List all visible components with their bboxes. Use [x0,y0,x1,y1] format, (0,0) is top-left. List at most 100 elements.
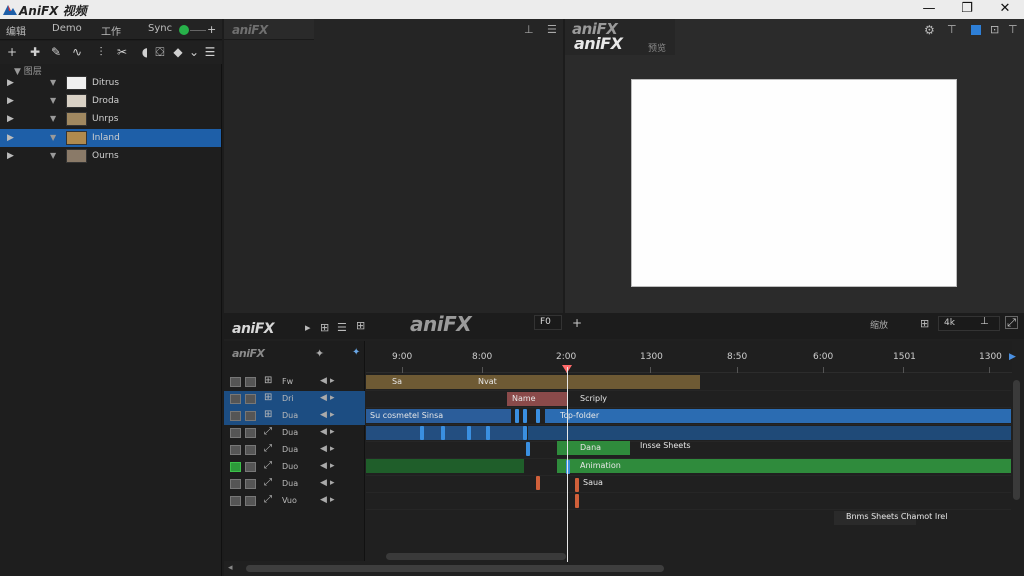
blue-clip-long[interactable] [545,409,1011,423]
curve-icon[interactable]: ∿ [69,44,85,60]
track-enable-checkbox[interactable] [230,428,241,438]
track-solo-icon[interactable]: ▸ [330,461,335,471]
track-enable-checkbox[interactable] [230,445,241,455]
keyframe-marker[interactable] [523,426,527,440]
sync-toggle[interactable] [179,25,189,35]
track-audio-icon[interactable]: ◀ [320,461,327,471]
keyframe-marker[interactable] [575,494,579,508]
layout-icon[interactable]: ⊡ [990,23,999,36]
track-enable-checkbox[interactable] [230,394,241,404]
horizontal-scrollbar[interactable] [246,565,664,572]
blue-clip-2[interactable] [366,426,524,440]
track-lock-checkbox[interactable] [245,377,256,387]
expand-arrow-icon[interactable]: ▶ [7,110,15,128]
track-enable-checkbox[interactable] [230,411,241,421]
more-icon[interactable]: ⊤ [1008,23,1018,36]
color-swatch-icon[interactable] [971,25,981,35]
snap-icon[interactable]: ⊞ [920,317,929,330]
pin-icon[interactable]: ⊥ [524,23,534,36]
track-audio-icon[interactable]: ◀ [320,495,327,505]
expand-arrow-icon[interactable]: ▶ [7,74,15,92]
menu-item-work[interactable]: 工作 [101,23,121,38]
settings-icon[interactable]: ⚙ [924,23,935,37]
keyframe-marker[interactable] [526,442,530,456]
menu-item-edit[interactable]: 编辑 [6,23,26,38]
track-audio-icon[interactable]: ◀ [320,393,327,403]
track-lock-checkbox[interactable] [245,445,256,455]
blue-clip-3[interactable] [528,426,1011,440]
minimize-button[interactable]: — [910,0,948,19]
visibility-toggle-icon[interactable]: ▼ [50,74,60,92]
filter-icon[interactable]: ⛋ [152,44,168,60]
keyframe-marker[interactable] [467,426,471,440]
track-solo-icon[interactable]: ▸ [330,427,335,437]
marker-icon[interactable]: ◆ [170,44,186,60]
add-marker-icon[interactable]: ✦ [352,347,360,358]
track-solo-icon[interactable]: ▸ [330,376,335,386]
track-audio-icon[interactable]: ◀ [320,410,327,420]
expand-arrow-icon[interactable]: ▶ [7,92,15,110]
maximize-button[interactable]: ❐ [948,0,986,19]
gold-clip[interactable] [366,375,700,389]
panel-menu-icon[interactable]: ☰ [202,44,218,60]
menu-item-demo[interactable]: Demo [52,23,82,34]
menu-item-sync[interactable]: Sync [148,23,172,34]
track-audio-icon[interactable]: ◀ [320,427,327,437]
green-clip-2[interactable] [366,459,524,473]
track-solo-icon[interactable]: ▸ [330,495,335,505]
pin-down-icon[interactable]: ⊥ [980,316,989,327]
add-icon[interactable]: + [207,23,216,36]
ruler-scroll-right-icon[interactable]: ▶ [1009,352,1016,362]
add-track-icon[interactable]: + [572,316,582,330]
wifi-icon[interactable]: ⊤ [947,23,957,36]
list-icon[interactable]: ☰ [337,321,347,334]
chevron-down-icon[interactable]: ⌄ [186,44,202,60]
track-lock-checkbox[interactable] [245,462,256,472]
preview-canvas[interactable] [631,79,957,287]
split-icon[interactable]: ⫶ [93,44,109,60]
inner-scrollbar[interactable] [386,553,566,560]
cut-icon[interactable]: ✂ [114,44,130,60]
track-solo-icon[interactable]: ▸ [330,393,335,403]
keyframe-marker[interactable] [515,409,519,423]
track-enable-checkbox[interactable] [230,462,241,472]
track-enable-checkbox[interactable] [230,377,241,387]
film-icon[interactable]: ⊞ [356,319,365,332]
keyframe-marker[interactable] [536,409,540,423]
scroll-left-icon[interactable]: ◂ [228,563,233,573]
track-solo-icon[interactable]: ▸ [330,478,335,488]
track-audio-icon[interactable]: ◀ [320,478,327,488]
expand-arrow-icon[interactable]: ▶ [7,129,15,147]
track-solo-icon[interactable]: ▸ [330,444,335,454]
track-lock-checkbox[interactable] [245,428,256,438]
track-lock-checkbox[interactable] [245,496,256,506]
visibility-toggle-icon[interactable]: ▼ [50,110,60,128]
move-icon[interactable]: ✚ [27,44,43,60]
track-lock-checkbox[interactable] [245,411,256,421]
audio-icon[interactable]: ◖ [137,44,153,60]
keyframe-marker[interactable] [486,426,490,440]
grid-icon[interactable]: ⊞ [320,321,329,334]
track-lock-checkbox[interactable] [245,394,256,404]
close-button[interactable]: ✕ [986,0,1024,19]
keyframe-marker[interactable] [441,426,445,440]
expand-icon[interactable]: ⤢ [1005,316,1018,329]
expand-arrow-icon[interactable]: ▶ [7,147,15,165]
add-layer-icon[interactable]: + [4,44,20,60]
pin-track-icon[interactable]: ✦ [315,347,324,360]
keyframe-marker[interactable] [420,426,424,440]
visibility-toggle-icon[interactable]: ▼ [50,147,60,165]
menu-icon[interactable]: ☰ [547,23,557,36]
visibility-toggle-icon[interactable]: ▼ [50,129,60,147]
track-enable-checkbox[interactable] [230,496,241,506]
track-solo-icon[interactable]: ▸ [330,410,335,420]
playhead-line[interactable] [567,367,568,562]
track-audio-icon[interactable]: ◀ [320,444,327,454]
keyframe-marker[interactable] [536,476,540,490]
track-enable-checkbox[interactable] [230,479,241,489]
track-lock-checkbox[interactable] [245,479,256,489]
keyframe-marker[interactable] [575,478,579,492]
keyframe-marker[interactable] [523,409,527,423]
track-audio-icon[interactable]: ◀ [320,376,327,386]
vertical-scrollbar[interactable] [1013,380,1020,500]
